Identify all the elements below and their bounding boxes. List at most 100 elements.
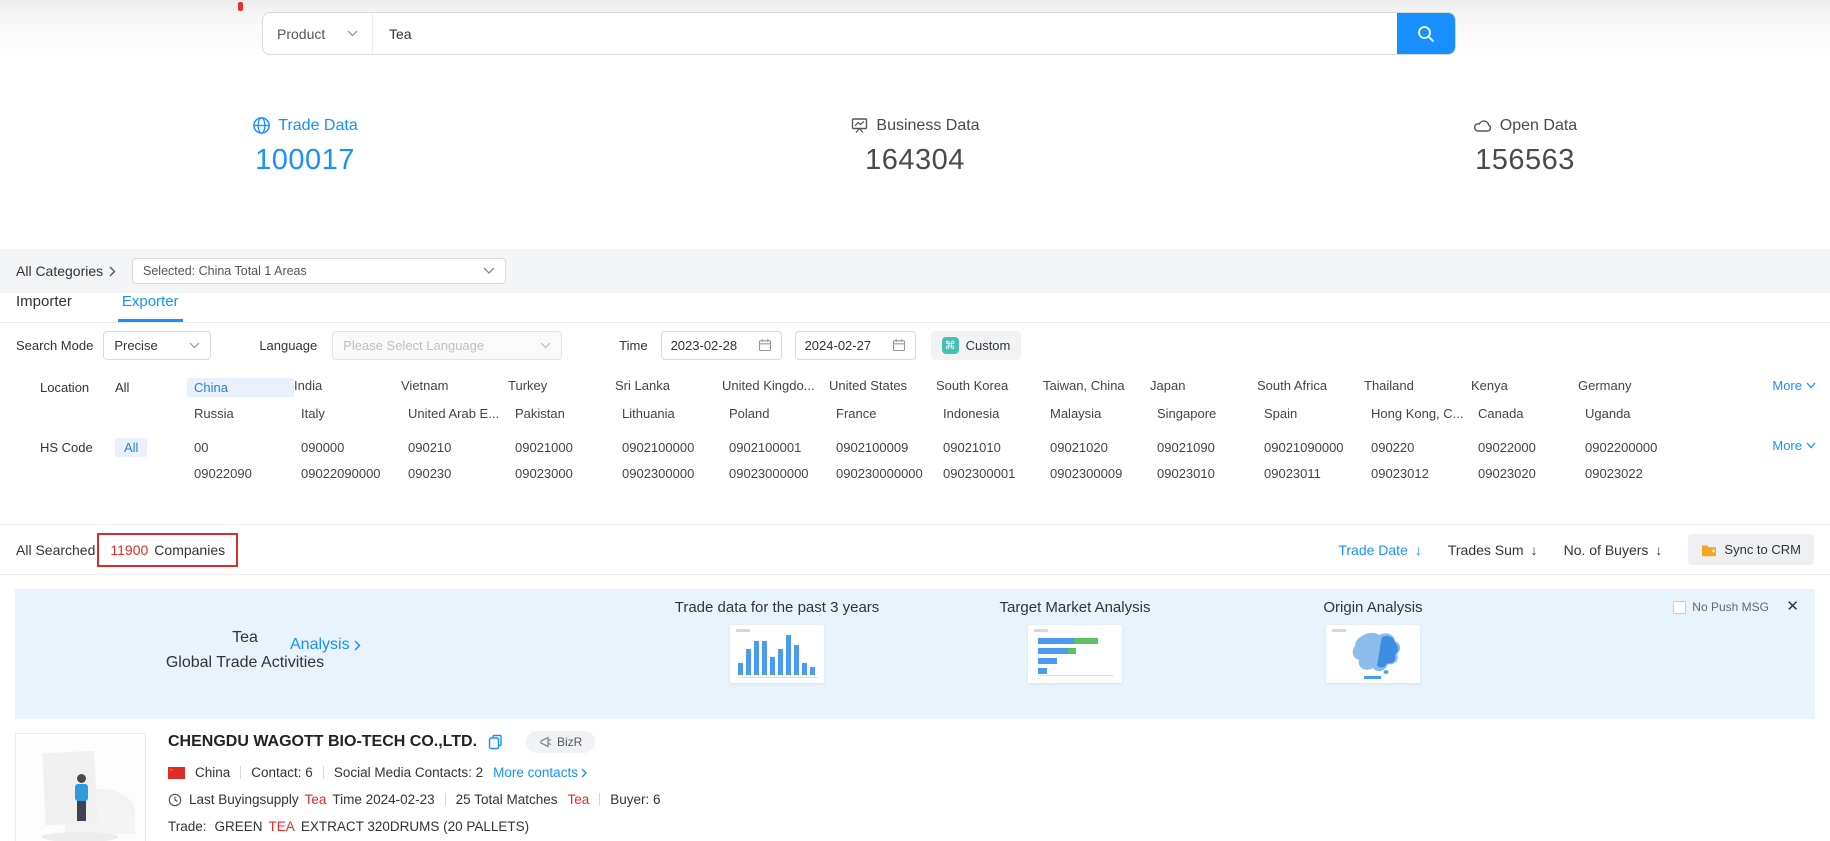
top-search-area: Product	[0, 0, 1830, 96]
location-option[interactable]: Pakistan	[515, 406, 622, 421]
hs-code-option[interactable]: 0902100000	[622, 440, 729, 455]
hs-code-option[interactable]: 09021010	[943, 440, 1050, 455]
hs-code-option[interactable]: 09022090	[194, 466, 301, 481]
location-option[interactable]: United Kingdo...	[722, 378, 829, 397]
hs-code-option[interactable]: 0902300009	[1050, 466, 1157, 481]
location-option[interactable]: Malaysia	[1050, 406, 1157, 421]
selected-areas-dropdown[interactable]: Selected: China Total 1 Areas	[132, 258, 506, 284]
hs-code-option[interactable]: 0902300001	[943, 466, 1050, 481]
location-option[interactable]: Uganda	[1585, 406, 1692, 421]
location-option[interactable]: Germany	[1578, 378, 1685, 397]
hs-code-option[interactable]: 0902200000	[1585, 440, 1692, 455]
company-thumbnail[interactable]	[15, 733, 146, 841]
copy-icon[interactable]	[488, 734, 503, 750]
analysis-link[interactable]: Analysis	[290, 636, 361, 654]
stat-business-data[interactable]: Business Data 164304	[610, 100, 1220, 195]
location-option[interactable]: United States	[829, 378, 936, 397]
search-category-select[interactable]: Product	[263, 13, 373, 54]
sort-trades-sum[interactable]: Trades Sum ↓	[1448, 542, 1538, 558]
location-all-option[interactable]: All	[115, 380, 129, 395]
location-option[interactable]: South Africa	[1257, 378, 1364, 397]
location-option[interactable]: Turkey	[508, 378, 615, 397]
tab-importer[interactable]: Importer	[16, 293, 72, 322]
stat-trade-data[interactable]: Trade Data 100017	[0, 100, 610, 195]
location-option[interactable]: Thailand	[1364, 378, 1471, 397]
custom-time-button[interactable]: ⌘ Custom	[931, 331, 1022, 360]
hs-code-option[interactable]: 09022090000	[301, 466, 408, 481]
hs-code-option[interactable]: 09022000	[1478, 440, 1585, 455]
location-option[interactable]: Poland	[729, 406, 836, 421]
hs-code-option[interactable]: 00	[194, 440, 301, 455]
search-input[interactable]	[373, 13, 1397, 54]
location-option[interactable]: Russia	[194, 406, 301, 421]
horizontal-bar-chart-thumbnail[interactable]	[1028, 625, 1122, 683]
hs-code-option[interactable]: 09023010	[1157, 466, 1264, 481]
language-placeholder: Please Select Language	[343, 338, 484, 353]
hs-code-option[interactable]: 090230	[408, 466, 515, 481]
language-select[interactable]: Please Select Language	[332, 331, 562, 360]
location-option[interactable]: France	[836, 406, 943, 421]
hs-code-option[interactable]: 09023000000	[729, 466, 836, 481]
hs-code-option[interactable]: 09023012	[1371, 466, 1478, 481]
hs-code-all-option[interactable]: All	[115, 438, 147, 457]
location-option[interactable]: Japan	[1150, 378, 1257, 397]
hs-code-option[interactable]: 09023022	[1585, 466, 1692, 481]
all-categories-button[interactable]: All Categories	[16, 263, 116, 279]
company-name[interactable]: CHENGDU WAGOTT BIO-TECH CO.,LTD.	[168, 733, 477, 751]
bar-chart-thumbnail[interactable]	[730, 625, 824, 683]
sort-trade-date[interactable]: Trade Date ↓	[1338, 542, 1422, 558]
no-push-checkbox[interactable]	[1673, 601, 1686, 614]
hs-code-option[interactable]: 09021020	[1050, 440, 1157, 455]
hs-code-option[interactable]: 09023020	[1478, 466, 1585, 481]
location-option[interactable]: South Korea	[936, 378, 1043, 397]
hs-code-option[interactable]: 09023011	[1264, 466, 1371, 481]
location-option[interactable]: Kenya	[1471, 378, 1578, 397]
location-option[interactable]: Sri Lanka	[615, 378, 722, 397]
location-option[interactable]: Vietnam	[401, 378, 508, 397]
sort-no-of-buyers[interactable]: No. of Buyers ↓	[1564, 542, 1663, 558]
hs-code-option[interactable]: 0902300000	[622, 466, 729, 481]
hs-code-option[interactable]: 09021000	[515, 440, 622, 455]
hs-code-option[interactable]: 0902100001	[729, 440, 836, 455]
location-option[interactable]: Spain	[1264, 406, 1371, 421]
stat-open-data[interactable]: Open Data 156563	[1220, 100, 1830, 195]
search-mode-select[interactable]: Precise	[103, 331, 211, 360]
location-option[interactable]: Italy	[301, 406, 408, 421]
company-contacts-line: China Contact: 6 Social Media Contacts: …	[168, 765, 1810, 780]
china-map-thumbnail[interactable]	[1326, 625, 1420, 683]
date-from-input[interactable]: 2023-02-28	[661, 331, 782, 360]
location-more-button[interactable]: More	[1772, 378, 1816, 393]
location-option[interactable]: Indonesia	[943, 406, 1050, 421]
location-option[interactable]: Taiwan, China	[1043, 378, 1150, 397]
hs-code-more-button[interactable]: More	[1772, 438, 1816, 453]
location-option[interactable]: China	[187, 378, 294, 397]
hs-code-option[interactable]: 090230000000	[836, 466, 943, 481]
location-option[interactable]: Singapore	[1157, 406, 1264, 421]
activity-time: Time 2024-02-23	[332, 792, 434, 807]
hs-code-option[interactable]: 090220	[1371, 440, 1478, 455]
filter-controls-row: Search Mode Precise Language Please Sele…	[0, 330, 1830, 360]
location-option[interactable]: India	[294, 378, 401, 397]
company-activity-line: Last Buyingsupply Tea Time 2024-02-23 25…	[168, 792, 1810, 807]
location-option[interactable]: Hong Kong, C...	[1371, 406, 1478, 421]
banner-item-title: Trade data for the past 3 years	[657, 599, 897, 616]
location-option[interactable]: Lithuania	[622, 406, 729, 421]
sync-to-crm-button[interactable]: Sync to CRM	[1688, 534, 1814, 565]
last-activity-prefix: Last Buyingsupply	[189, 792, 299, 807]
close-icon[interactable]: ✕	[1786, 597, 1799, 615]
hs-code-option[interactable]: 09021090000	[1264, 440, 1371, 455]
search-button[interactable]	[1397, 13, 1455, 54]
hs-code-option[interactable]: 090210	[408, 440, 515, 455]
more-contacts-link[interactable]: More contacts	[493, 765, 587, 780]
tab-exporter[interactable]: Exporter	[122, 293, 179, 322]
companies-label: Companies	[154, 542, 225, 558]
hs-code-option[interactable]: 09021090	[1157, 440, 1264, 455]
bizr-badge[interactable]: BizR	[526, 731, 595, 753]
hs-code-option[interactable]: 09023000	[515, 466, 622, 481]
hs-code-option[interactable]: 0902100009	[836, 440, 943, 455]
location-option[interactable]: Canada	[1478, 406, 1585, 421]
hs-code-option[interactable]: 090000	[301, 440, 408, 455]
location-option[interactable]: United Arab E...	[408, 406, 515, 421]
date-to-input[interactable]: 2024-02-27	[795, 331, 916, 360]
time-label: Time	[619, 338, 647, 353]
